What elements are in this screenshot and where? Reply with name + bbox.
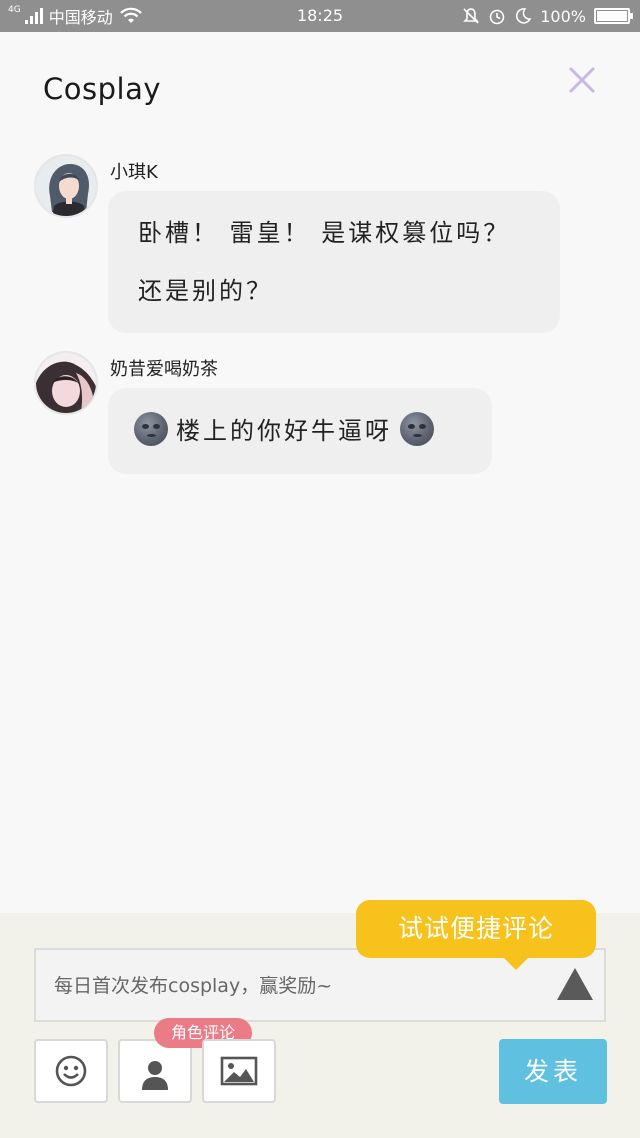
image-icon: [220, 1056, 258, 1086]
comment-username: 小琪K: [110, 162, 158, 183]
mute-bell-icon: [463, 8, 480, 24]
comment-input[interactable]: [54, 968, 544, 1004]
battery-percent: 100%: [540, 6, 586, 26]
tooltip-tail: [500, 954, 532, 970]
avatar-image: [36, 353, 96, 413]
avatar[interactable]: [34, 154, 98, 218]
quick-comment-tooltip[interactable]: 试试便捷评论: [356, 900, 596, 958]
avatar-image: [36, 156, 96, 216]
comment-text-line: 还是别的？: [138, 277, 273, 305]
status-right: 100%: [462, 0, 633, 32]
comment-text-line: 卧槽！ 雷皇！ 是谋权篡位吗？: [138, 219, 511, 247]
smiley-icon: [55, 1055, 87, 1087]
role-comment-button[interactable]: [118, 1039, 192, 1103]
emoji-button[interactable]: [34, 1039, 108, 1103]
publish-button[interactable]: 发表: [499, 1039, 607, 1104]
avatar[interactable]: [34, 351, 98, 415]
close-icon[interactable]: [566, 64, 598, 96]
image-button[interactable]: [202, 1039, 276, 1103]
moon-icon: [516, 8, 532, 24]
new-moon-face-emoji-icon: [134, 412, 168, 446]
quick-comment-toggle-icon[interactable]: [555, 966, 595, 1002]
comment-bubble: 楼上的你好牛逼呀: [108, 388, 492, 474]
page-title: Cosplay: [43, 72, 161, 106]
status-bar: 4G 中国移动 18:25 100%: [0, 0, 640, 32]
person-icon: [142, 1061, 168, 1090]
alarm-icon: [489, 9, 505, 25]
new-moon-face-emoji-icon: [400, 412, 434, 446]
comment-bubble: 卧槽！ 雷皇！ 是谋权篡位吗？ 还是别的？: [108, 191, 560, 333]
battery-icon: [594, 8, 633, 24]
comment-text: 楼上的你好牛逼呀: [176, 417, 392, 445]
comment-username: 奶昔爱喝奶茶: [110, 359, 218, 380]
